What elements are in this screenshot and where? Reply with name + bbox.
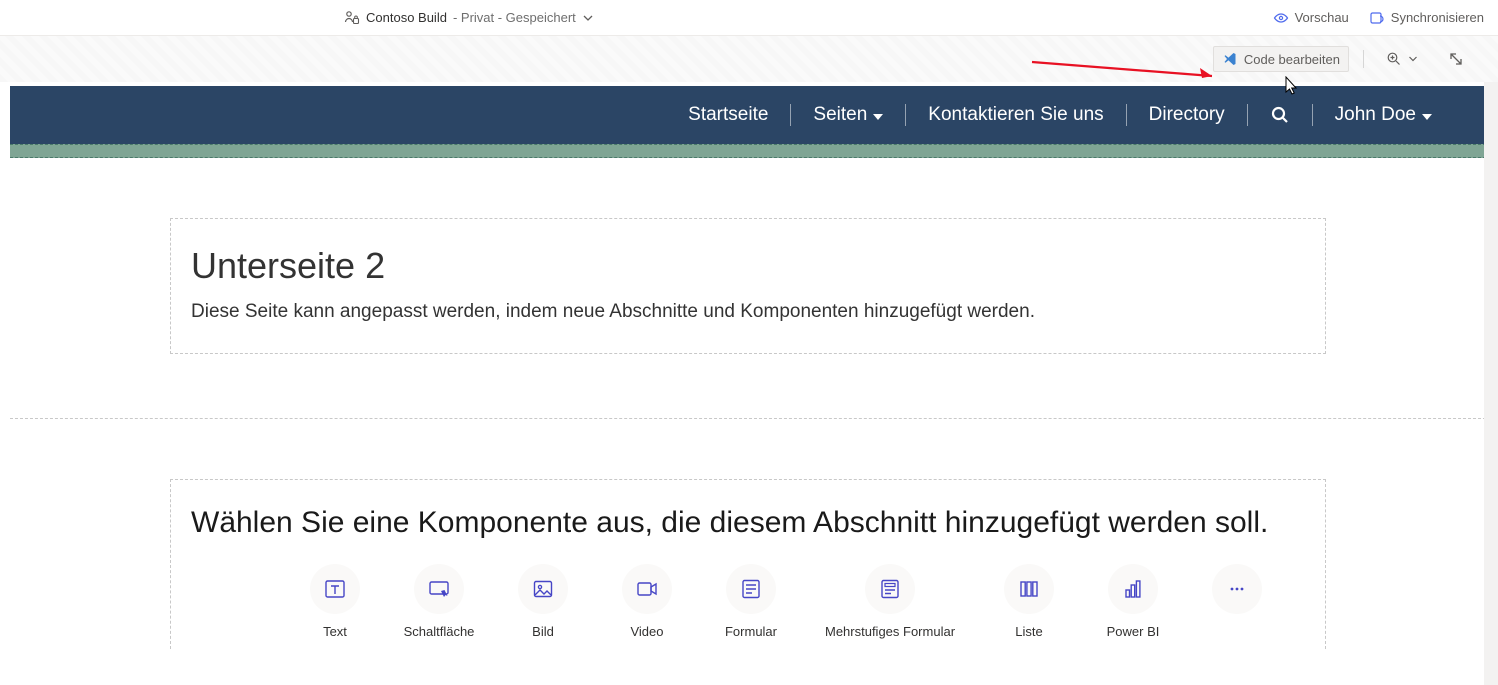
component-video-label: Video bbox=[630, 624, 663, 639]
multistep-form-icon bbox=[865, 564, 915, 614]
page-content-area: Unterseite 2 Diese Seite kann angepasst … bbox=[10, 158, 1486, 354]
sync-button[interactable]: Synchronisieren bbox=[1369, 10, 1484, 26]
component-form[interactable]: Formular bbox=[721, 564, 781, 639]
app-title-group[interactable]: Contoso Build - Privat - Gespeichert bbox=[344, 10, 594, 26]
page-title: Unterseite 2 bbox=[191, 245, 1305, 287]
nav-home[interactable]: Startseite bbox=[666, 86, 790, 144]
component-image-label: Bild bbox=[532, 624, 554, 639]
component-more[interactable] bbox=[1207, 564, 1267, 639]
zoom-button[interactable] bbox=[1378, 47, 1426, 71]
component-multistep-form-label: Mehrstufiges Formular bbox=[825, 624, 955, 639]
nav-directory[interactable]: Directory bbox=[1127, 86, 1247, 144]
eye-icon bbox=[1273, 10, 1289, 26]
nav-contact-label: Kontaktieren Sie uns bbox=[928, 104, 1103, 126]
preview-button[interactable]: Vorschau bbox=[1273, 10, 1349, 26]
zoom-in-icon bbox=[1386, 51, 1402, 67]
toolbar-separator bbox=[1363, 50, 1364, 68]
nav-home-label: Startseite bbox=[688, 104, 768, 126]
component-button-label: Schaltfläche bbox=[404, 624, 475, 639]
component-more-label bbox=[1235, 624, 1239, 639]
people-lock-icon bbox=[344, 10, 360, 26]
component-image[interactable]: Bild bbox=[513, 564, 573, 639]
code-edit-button[interactable]: Code bearbeiten bbox=[1213, 46, 1349, 72]
component-picker-section[interactable]: Wählen Sie eine Komponente aus, die dies… bbox=[170, 479, 1326, 649]
component-row: Text Schaltfläche Bild bbox=[191, 564, 1305, 639]
design-canvas: Startseite Seiten Kontaktieren Sie uns D… bbox=[10, 86, 1486, 685]
fullscreen-button[interactable] bbox=[1440, 47, 1472, 71]
text-icon bbox=[310, 564, 360, 614]
code-edit-label: Code bearbeiten bbox=[1244, 52, 1340, 67]
button-icon bbox=[414, 564, 464, 614]
app-top-bar: Contoso Build - Privat - Gespeichert Vor… bbox=[0, 0, 1498, 36]
component-video[interactable]: Video bbox=[617, 564, 677, 639]
vscode-icon bbox=[1222, 51, 1238, 67]
component-prompt: Wählen Sie eine Komponente aus, die dies… bbox=[191, 506, 1305, 540]
list-icon bbox=[1004, 564, 1054, 614]
chevron-down-icon bbox=[1408, 54, 1418, 64]
editor-toolbar: Code bearbeiten bbox=[0, 36, 1498, 82]
site-nav: Startseite Seiten Kontaktieren Sie uns D… bbox=[10, 86, 1486, 144]
caret-down-icon bbox=[873, 114, 883, 120]
form-icon bbox=[726, 564, 776, 614]
app-site-status: - Privat - Gespeichert bbox=[453, 10, 576, 25]
nav-contact[interactable]: Kontaktieren Sie uns bbox=[906, 86, 1125, 144]
app-site-name: Contoso Build bbox=[366, 10, 447, 25]
page-description: Diese Seite kann angepasst werden, indem… bbox=[191, 301, 1305, 323]
component-multistep-form[interactable]: Mehrstufiges Formular bbox=[825, 564, 955, 639]
sync-label: Synchronisieren bbox=[1391, 10, 1484, 25]
component-picker-area: Wählen Sie eine Komponente aus, die dies… bbox=[10, 419, 1486, 685]
component-text[interactable]: Text bbox=[305, 564, 365, 639]
component-list[interactable]: Liste bbox=[999, 564, 1059, 639]
chevron-down-icon[interactable] bbox=[582, 12, 594, 24]
content-section[interactable]: Unterseite 2 Diese Seite kann angepasst … bbox=[170, 218, 1326, 354]
image-icon bbox=[518, 564, 568, 614]
nav-user-label: John Doe bbox=[1335, 104, 1416, 126]
component-button[interactable]: Schaltfläche bbox=[409, 564, 469, 639]
video-icon bbox=[622, 564, 672, 614]
component-powerbi[interactable]: Power BI bbox=[1103, 564, 1163, 639]
nav-user[interactable]: John Doe bbox=[1313, 86, 1454, 144]
search-icon bbox=[1270, 105, 1290, 125]
accent-strip bbox=[10, 144, 1486, 158]
vertical-scrollbar[interactable] bbox=[1484, 82, 1498, 685]
component-text-label: Text bbox=[323, 624, 347, 639]
nav-search[interactable] bbox=[1248, 86, 1312, 144]
component-list-label: Liste bbox=[1015, 624, 1042, 639]
nav-directory-label: Directory bbox=[1149, 104, 1225, 126]
component-powerbi-label: Power BI bbox=[1107, 624, 1160, 639]
powerbi-icon bbox=[1108, 564, 1158, 614]
sync-cloud-icon bbox=[1369, 10, 1385, 26]
nav-pages-label: Seiten bbox=[813, 104, 867, 126]
expand-icon bbox=[1448, 51, 1464, 67]
caret-down-icon bbox=[1422, 114, 1432, 120]
component-form-label: Formular bbox=[725, 624, 777, 639]
more-icon bbox=[1212, 564, 1262, 614]
preview-label: Vorschau bbox=[1295, 10, 1349, 25]
nav-pages[interactable]: Seiten bbox=[791, 86, 905, 144]
